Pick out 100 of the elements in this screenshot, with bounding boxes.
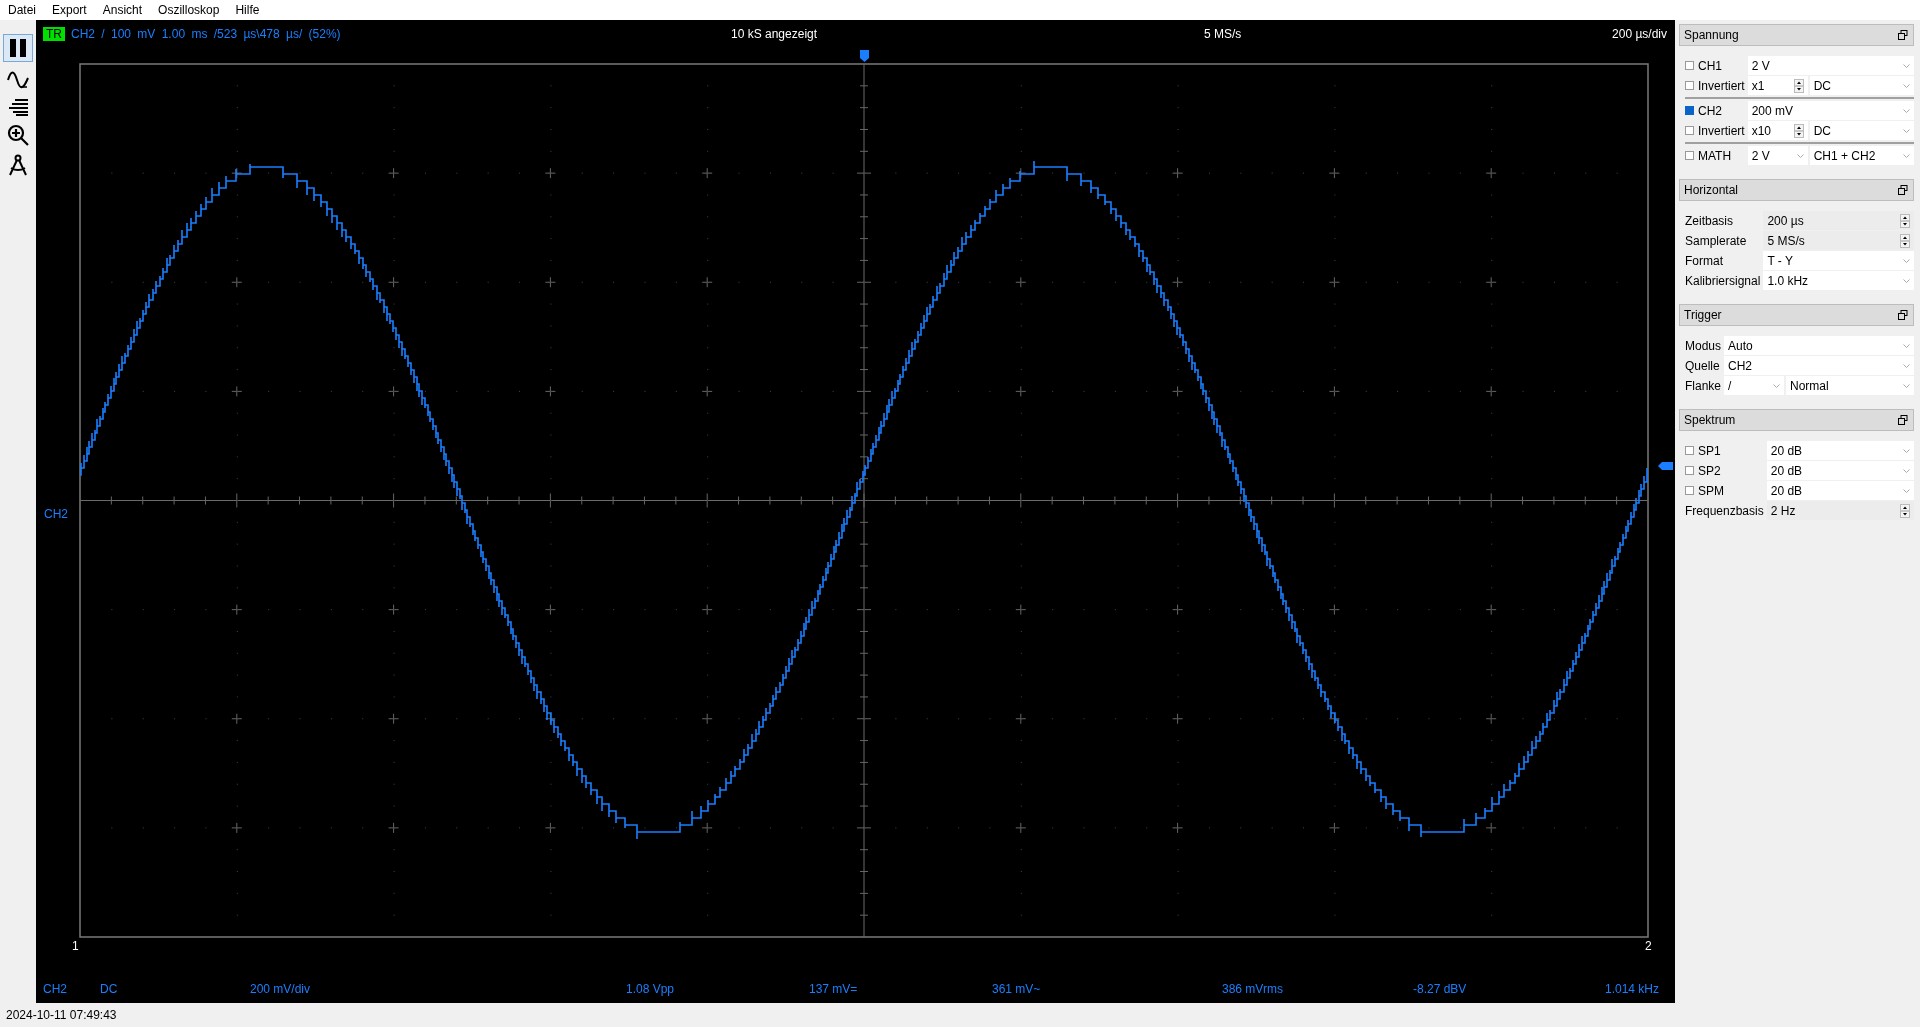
chevron-icon xyxy=(1903,343,1910,348)
panel-title: Trigger xyxy=(1684,308,1722,322)
spinner-field[interactable]: 200 µs xyxy=(1763,211,1914,230)
checkbox-text: SP1 xyxy=(1698,443,1721,458)
trigger-badge: TR xyxy=(43,27,65,41)
trigger-info: CH2 / 100 mV 1.00 ms /523 µs\478 µs/ (52%) xyxy=(71,27,341,41)
dropdown[interactable]: CH2 xyxy=(1724,356,1914,375)
samples-label: 10 kS angezeigt xyxy=(731,27,818,41)
measurement-readout: 137 mV= xyxy=(809,982,859,996)
trigger-position-marker[interactable] xyxy=(860,50,869,62)
measurement-readout: -8.27 dBV xyxy=(1413,982,1468,996)
chevron-icon xyxy=(1773,383,1781,388)
field-label: Zeitbasis xyxy=(1685,213,1735,228)
dropdown[interactable]: 1.0 kHz xyxy=(1763,271,1914,290)
pause-button[interactable] xyxy=(3,34,33,62)
spinner-field[interactable]: x10 xyxy=(1747,121,1808,140)
chevron-icon xyxy=(1903,258,1910,263)
dropdown[interactable]: / xyxy=(1724,376,1785,395)
panel-title: Spannung xyxy=(1684,28,1739,42)
checkbox-label[interactable]: MATH xyxy=(1685,148,1745,163)
spin-arrows-icon[interactable] xyxy=(1793,123,1804,138)
menu-item[interactable]: Oszilloskop xyxy=(156,3,228,17)
checkbox[interactable] xyxy=(1685,81,1694,90)
channel-label: CH2 xyxy=(44,507,68,521)
checkbox-label[interactable]: SPM xyxy=(1685,483,1764,498)
spin-arrows-icon[interactable] xyxy=(1900,233,1910,248)
spinner-field[interactable]: x1 xyxy=(1747,76,1808,95)
field-label: Format xyxy=(1685,253,1724,268)
lines-icon[interactable] xyxy=(7,98,29,116)
dropdown[interactable]: CH1 + CH2 xyxy=(1809,146,1914,165)
chevron-icon xyxy=(1903,108,1910,113)
dropdown[interactable]: DC xyxy=(1809,121,1914,140)
chevron-icon xyxy=(1903,278,1910,283)
restore-icon[interactable] xyxy=(1898,310,1908,320)
checkbox-text: Invertiert xyxy=(1698,78,1745,93)
dropdown[interactable]: T - Y xyxy=(1763,251,1914,270)
menu-item[interactable]: Ansicht xyxy=(100,3,151,17)
chevron-icon xyxy=(1903,128,1910,133)
spin-arrows-icon[interactable] xyxy=(1793,78,1804,93)
checkbox-label[interactable]: Invertiert xyxy=(1685,78,1745,93)
trigger-level-marker[interactable] xyxy=(1658,462,1673,470)
panel-title: Horizontal xyxy=(1684,183,1739,197)
zoom-in-icon[interactable] xyxy=(7,124,29,146)
dropdown[interactable]: Auto xyxy=(1724,336,1914,355)
checkbox[interactable] xyxy=(1685,486,1694,495)
measurement-readout: DC xyxy=(100,982,119,996)
spinner-field[interactable]: 5 MS/s xyxy=(1763,231,1914,250)
spinner-field[interactable]: 2 Hz xyxy=(1766,501,1914,520)
chevron-icon xyxy=(1903,448,1910,453)
checkbox-label[interactable]: SP2 xyxy=(1685,463,1764,478)
spin-arrows-icon[interactable] xyxy=(1900,213,1910,228)
dropdown[interactable]: Normal xyxy=(1786,376,1914,395)
dropdown[interactable]: 2 V xyxy=(1747,146,1808,165)
checkbox-label[interactable]: SP1 xyxy=(1685,443,1764,458)
pause-icon xyxy=(8,38,28,58)
chevron-icon xyxy=(1903,468,1910,473)
checkbox-text: SPM xyxy=(1698,483,1724,498)
dropdown[interactable]: 20 dB xyxy=(1766,461,1914,480)
chevron-icon xyxy=(1903,488,1910,493)
compass-icon[interactable] xyxy=(7,154,29,176)
wave-icon[interactable] xyxy=(7,70,29,90)
checkbox-label[interactable]: CH2 xyxy=(1685,103,1745,118)
checkbox[interactable] xyxy=(1685,466,1694,475)
timestamp: 2024-10-11 07:49:43 xyxy=(6,1008,117,1022)
restore-icon[interactable] xyxy=(1898,30,1908,40)
dropdown[interactable]: 20 dB xyxy=(1766,441,1914,460)
checkbox-text: MATH xyxy=(1698,148,1732,163)
dropdown[interactable]: 2 V xyxy=(1747,56,1914,75)
cursor-label: 1 xyxy=(72,939,79,953)
menu-item[interactable]: Datei xyxy=(6,3,44,17)
chevron-icon xyxy=(1796,153,1804,158)
menu-item[interactable]: Export xyxy=(50,3,95,17)
chevron-icon xyxy=(1903,383,1910,388)
checkbox[interactable] xyxy=(1685,151,1694,160)
field-label: Modus xyxy=(1685,338,1722,353)
restore-icon[interactable] xyxy=(1898,415,1908,425)
panel-title: Spektrum xyxy=(1684,413,1736,427)
checkbox[interactable] xyxy=(1685,126,1694,135)
restore-icon[interactable] xyxy=(1898,185,1908,195)
chevron-icon xyxy=(1903,63,1910,68)
dropdown[interactable]: DC xyxy=(1809,76,1914,95)
checkbox-text: CH1 xyxy=(1698,58,1722,73)
spin-arrows-icon[interactable] xyxy=(1900,503,1910,518)
checkbox-text: CH2 xyxy=(1698,103,1722,118)
chevron-icon xyxy=(1903,83,1910,88)
checkbox-label[interactable]: Invertiert xyxy=(1685,123,1745,138)
measurement-readout: CH2 xyxy=(43,982,68,996)
dropdown[interactable]: 20 dB xyxy=(1766,481,1914,500)
dropdown[interactable]: 200 mV xyxy=(1747,101,1914,120)
menu-item[interactable]: Hilfe xyxy=(233,3,268,17)
field-label: Samplerate xyxy=(1685,233,1748,248)
chevron-icon xyxy=(1903,363,1910,368)
field-label: Flanke xyxy=(1685,378,1722,393)
field-label: Kalibriersignal xyxy=(1685,273,1761,288)
checkbox-label[interactable]: CH1 xyxy=(1685,58,1745,73)
checkbox[interactable] xyxy=(1685,106,1694,115)
checkbox[interactable] xyxy=(1685,61,1694,70)
checkbox[interactable] xyxy=(1685,446,1694,455)
samplerate-label: 5 MS/s xyxy=(1204,27,1242,41)
measurement-readout: 361 mV~ xyxy=(992,982,1042,996)
